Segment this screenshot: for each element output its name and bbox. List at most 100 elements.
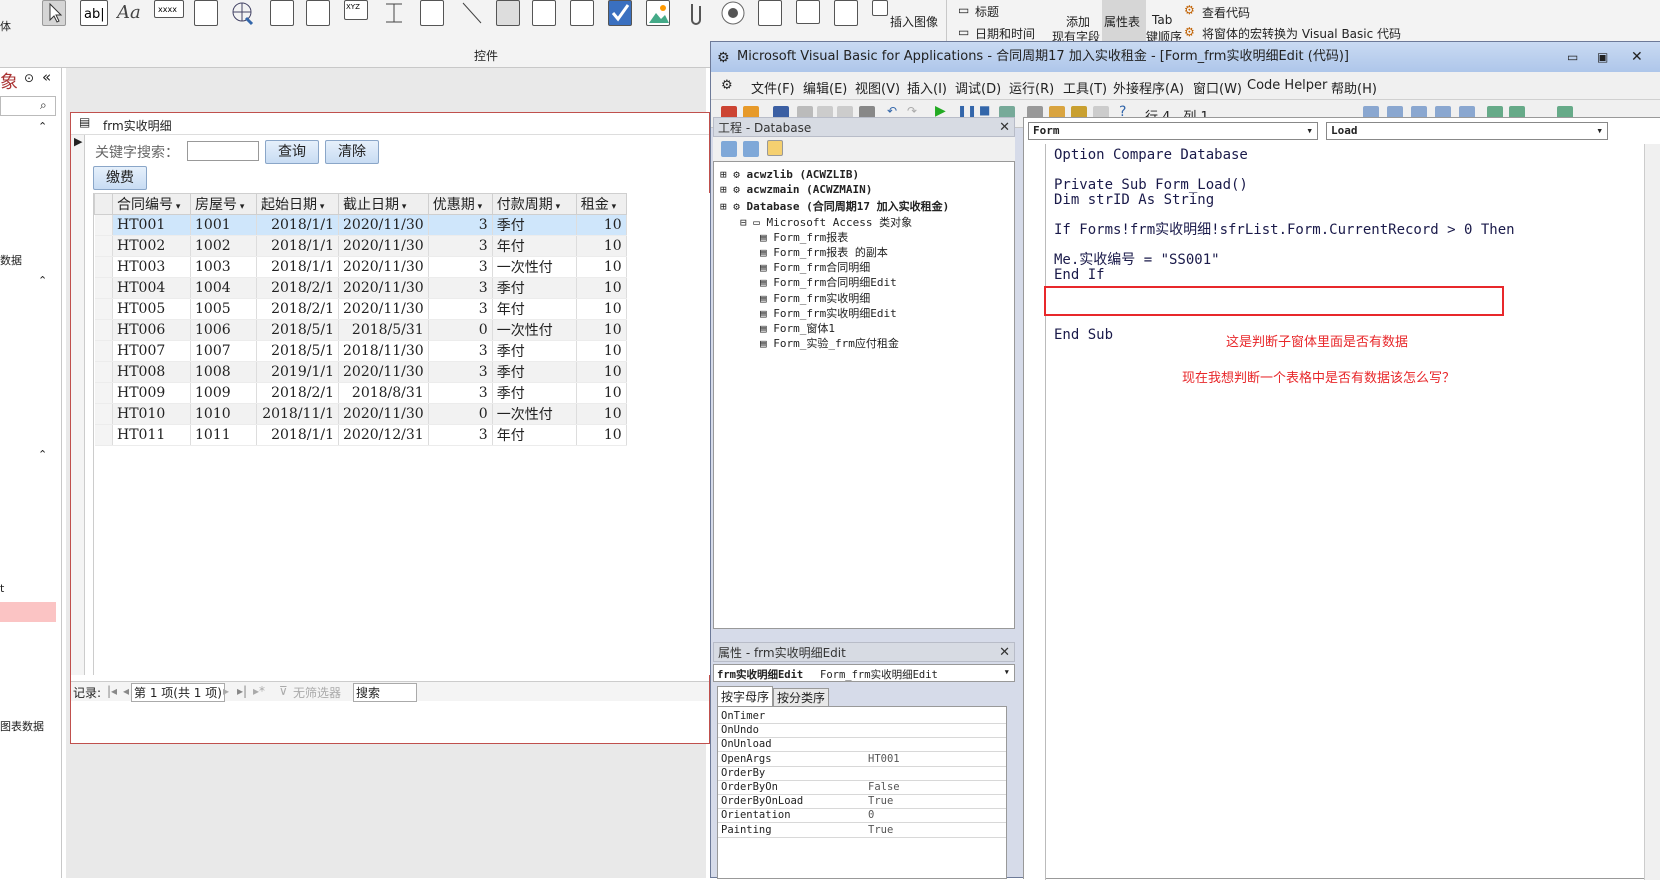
- button-tool-icon[interactable]: xxxx: [154, 0, 184, 18]
- property-row[interactable]: OnUndo: [718, 723, 1006, 739]
- project-tree-item[interactable]: ⊞ ⚙ acwzlib (ACWZLIB): [720, 168, 859, 181]
- table-cell[interactable]: HT009: [112, 382, 191, 404]
- table-cell[interactable]: 10: [576, 256, 627, 278]
- table-cell[interactable]: 季付: [492, 382, 577, 404]
- prev-record-icon[interactable]: ◂: [123, 684, 129, 698]
- keyword-search-input[interactable]: [187, 141, 259, 161]
- controls-more-icon[interactable]: [872, 0, 888, 16]
- table-cell[interactable]: 3: [428, 298, 493, 320]
- property-row[interactable]: OrderByOnLoad True: [718, 794, 1006, 810]
- table-cell[interactable]: HT004: [112, 277, 191, 299]
- table-cell[interactable]: 1010: [190, 403, 257, 425]
- redo-icon[interactable]: ↷: [907, 104, 917, 118]
- column-header[interactable]: 合同编号 ▾: [112, 193, 191, 215]
- table-cell[interactable]: 10: [576, 361, 627, 383]
- reset-icon[interactable]: ■: [979, 103, 990, 117]
- table-cell[interactable]: 3: [428, 235, 493, 257]
- table-cell[interactable]: 1006: [190, 319, 257, 341]
- property-value[interactable]: True: [868, 824, 893, 836]
- table-row[interactable]: HT005 1005 2018/2/1 2020/11/30 3 年付 10: [94, 298, 627, 320]
- table-cell[interactable]: HT010: [112, 403, 191, 425]
- table-cell[interactable]: 2018/2/1: [256, 277, 339, 299]
- combo-box-icon[interactable]: [420, 0, 444, 26]
- table-cell[interactable]: 一次性付: [492, 319, 577, 341]
- toggle-folders-icon[interactable]: [767, 140, 783, 156]
- table-cell[interactable]: 0: [428, 403, 493, 425]
- page-break-icon[interactable]: [382, 0, 406, 26]
- table-cell[interactable]: 2018/1/1: [256, 424, 339, 446]
- row-selector[interactable]: [94, 214, 113, 236]
- table-cell[interactable]: 季付: [492, 340, 577, 362]
- table-cell[interactable]: 1004: [190, 277, 257, 299]
- clear-button[interactable]: 清除: [325, 140, 379, 164]
- insert-image-button[interactable]: 插入图像: [890, 13, 938, 30]
- table-cell[interactable]: 2018/2/1: [256, 382, 339, 404]
- nav-search-input[interactable]: [0, 96, 56, 116]
- table-cell[interactable]: HT002: [112, 235, 191, 257]
- nav-item-selected[interactable]: [0, 602, 56, 622]
- table-cell[interactable]: 3: [428, 277, 493, 299]
- property-value[interactable]: False: [868, 781, 900, 793]
- table-cell[interactable]: HT001: [112, 214, 191, 236]
- table-cell[interactable]: 2020/11/30: [338, 235, 429, 257]
- project-tree-item[interactable]: ⊞ ⚙ acwzmain (ACWZMAIN): [720, 183, 872, 196]
- table-cell[interactable]: 季付: [492, 361, 577, 383]
- table-cell[interactable]: 10: [576, 298, 627, 320]
- menu-item[interactable]: 外接程序(A): [1113, 78, 1184, 97]
- menu-item[interactable]: 窗口(W): [1193, 78, 1242, 97]
- column-header[interactable]: 付款周期 ▾: [491, 193, 577, 215]
- table-cell[interactable]: 0: [428, 319, 493, 341]
- select-tool-icon[interactable]: [42, 0, 66, 26]
- table-cell[interactable]: 1005: [190, 298, 257, 320]
- tab-categorized[interactable]: 按分类序: [773, 688, 830, 707]
- row-selector[interactable]: [94, 319, 113, 341]
- break-icon[interactable]: ❚❚: [957, 104, 977, 118]
- table-cell[interactable]: 2018/11/1: [256, 403, 339, 425]
- property-row[interactable]: OpenArgs HT001: [718, 752, 1006, 767]
- table-cell[interactable]: 2020/11/30: [338, 214, 429, 236]
- table-cell[interactable]: 3: [428, 256, 493, 278]
- row-selector[interactable]: [94, 382, 113, 404]
- table-cell[interactable]: 季付: [492, 214, 577, 236]
- code-scrollbar[interactable]: [1644, 144, 1660, 880]
- project-tree-item[interactable]: ▤ Form_frm报表: [760, 229, 848, 245]
- table-row[interactable]: HT001 1001 2018/1/1 2020/11/30 3 季付 10: [94, 214, 627, 236]
- table-row[interactable]: HT007 1007 2018/5/1 2018/11/30 3 季付 10: [94, 340, 627, 362]
- table-cell[interactable]: 2020/11/30: [338, 277, 429, 299]
- table-row[interactable]: HT006 1006 2018/5/1 2018/5/31 0 一次性付 10: [94, 319, 627, 341]
- column-header[interactable]: 截止日期 ▾: [338, 193, 429, 215]
- table-cell[interactable]: HT005: [112, 298, 191, 320]
- project-tree-item[interactable]: ▤ Form_frm合同明细: [760, 259, 870, 275]
- table-cell[interactable]: 2018/5/31: [338, 319, 429, 341]
- property-row[interactable]: OnTimer: [718, 709, 1006, 724]
- query-button[interactable]: 查询: [265, 140, 319, 164]
- column-header[interactable]: 房屋号 ▾: [190, 193, 257, 215]
- table-cell[interactable]: HT003: [112, 256, 191, 278]
- project-tree-item[interactable]: ▤ Form_frm报表 的副本: [760, 244, 888, 260]
- textbox-tool-icon[interactable]: ab|: [80, 0, 108, 26]
- title-button[interactable]: 标题: [975, 3, 999, 20]
- table-row[interactable]: HT002 1002 2018/1/1 2020/11/30 3 年付 10: [94, 235, 627, 257]
- restore-icon[interactable]: ▣: [1597, 42, 1608, 72]
- menu-item[interactable]: 运行(R): [1009, 78, 1054, 97]
- close-project-icon[interactable]: ✕: [999, 118, 1010, 138]
- table-cell[interactable]: 1009: [190, 382, 257, 404]
- web-browser-icon[interactable]: [270, 0, 294, 26]
- property-row[interactable]: OnUnload: [718, 737, 1006, 753]
- procedure-combo[interactable]: Load ▾: [1326, 122, 1608, 140]
- pay-button[interactable]: 缴费: [93, 166, 147, 190]
- group-collapse-icon[interactable]: ⌃: [38, 120, 47, 133]
- table-cell[interactable]: 3: [428, 382, 493, 404]
- project-tree-item[interactable]: ⊞ ⚙ Database (合同周期17 加入实收租金): [720, 198, 949, 214]
- bound-object-frame-icon[interactable]: [796, 0, 820, 24]
- attachment-icon[interactable]: [684, 0, 708, 26]
- column-header[interactable]: 起始日期 ▾: [256, 193, 339, 215]
- table-cell[interactable]: 2018/1/1: [256, 256, 339, 278]
- view-object-icon[interactable]: [743, 141, 759, 157]
- table-cell[interactable]: 2020/11/30: [338, 256, 429, 278]
- property-row[interactable]: OrderByOn False: [718, 780, 1006, 795]
- group-collapse-icon[interactable]: ⌃: [38, 274, 47, 287]
- row-selector[interactable]: [94, 424, 113, 446]
- table-cell[interactable]: 2020/12/31: [338, 424, 429, 446]
- navigation-control-icon[interactable]: [306, 0, 330, 26]
